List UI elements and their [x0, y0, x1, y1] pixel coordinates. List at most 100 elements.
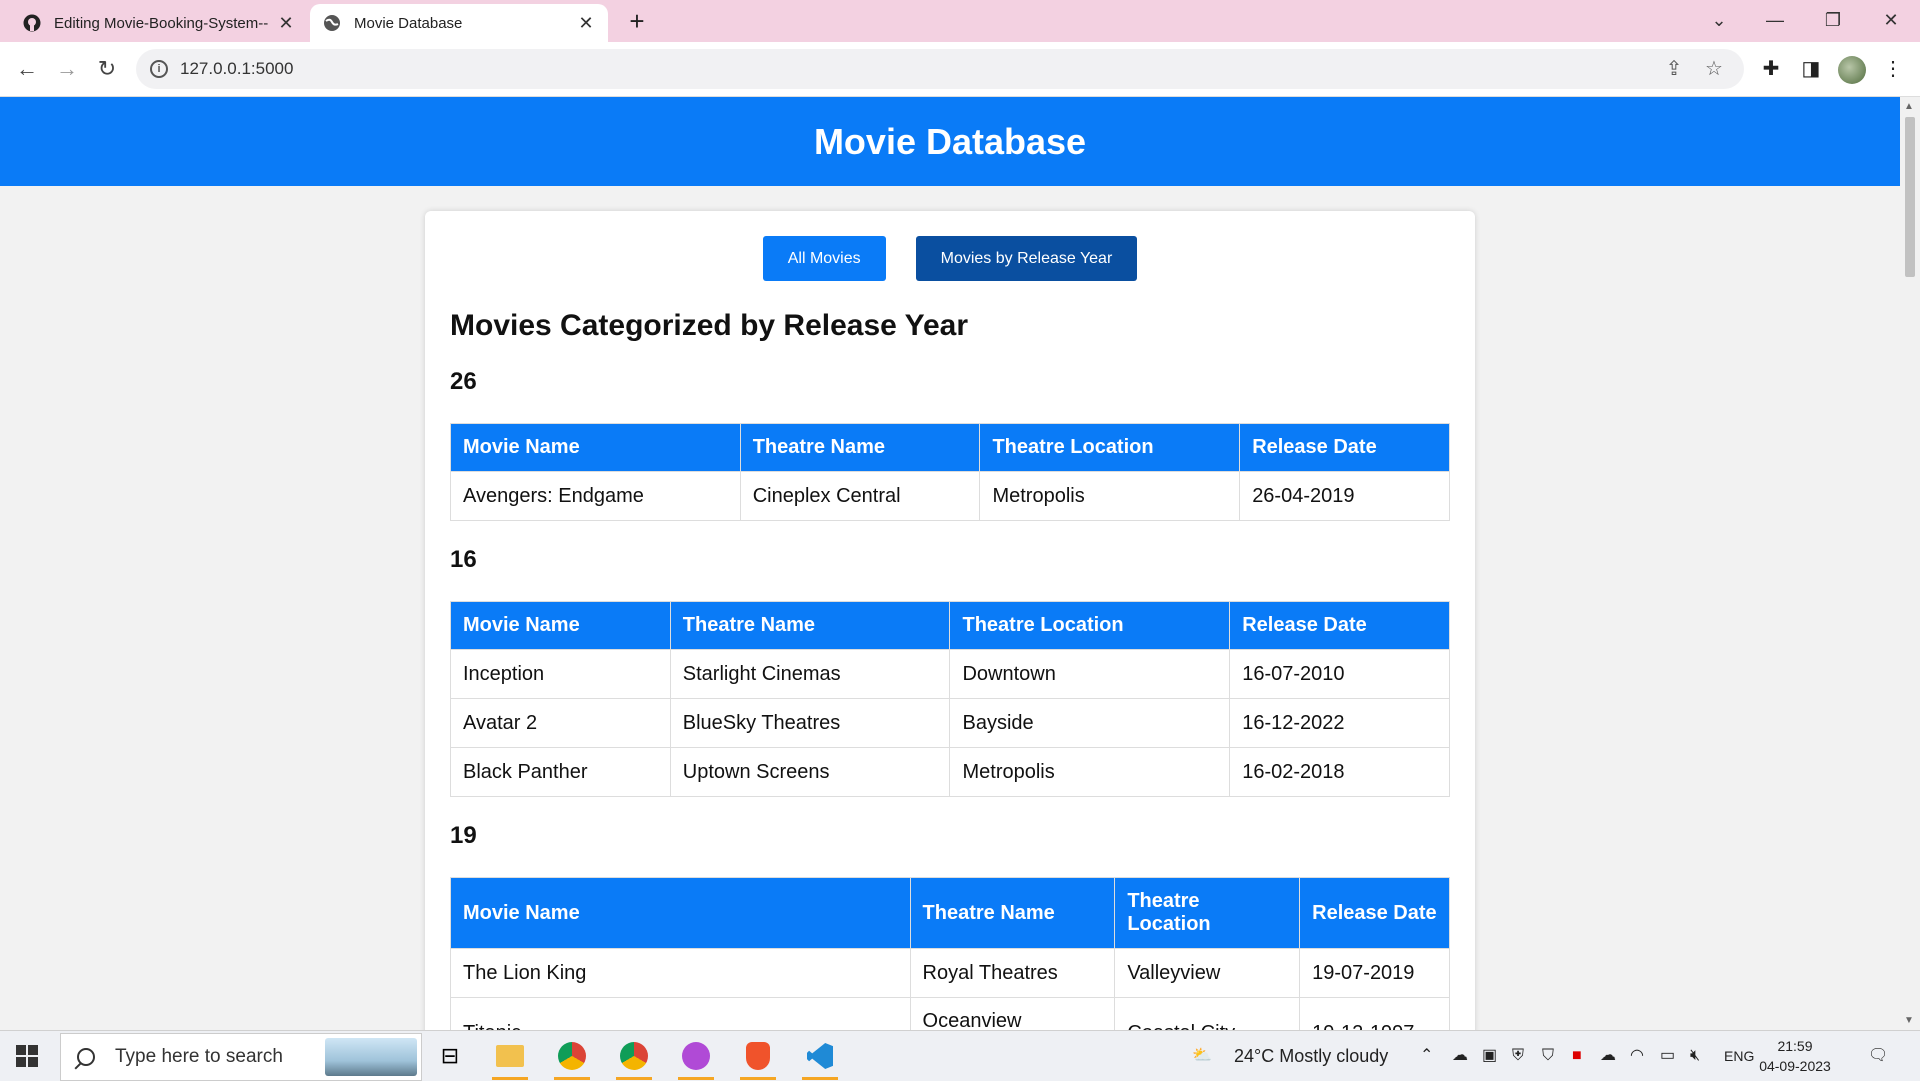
- scrollbar-thumb[interactable]: [1905, 117, 1915, 277]
- address-bar[interactable]: i 127.0.0.1:5000 ⇪ ☆: [136, 49, 1744, 89]
- column-header: Theatre Name: [669, 601, 951, 650]
- movies-table: Movie Name Theatre Name Theatre Location…: [450, 423, 1450, 521]
- theatre-name-cell: Oceanview Theatres: [909, 997, 1116, 1030]
- url-text: 127.0.0.1:5000: [180, 59, 294, 78]
- theatre-location-cell: Metropolis: [949, 747, 1231, 797]
- table-row: Avengers: Endgame Cineplex Central Metro…: [450, 471, 1450, 521]
- browser-toolbar: ← → ↻ i 127.0.0.1:5000 ⇪ ☆ ✚ ◨ ⋮: [0, 42, 1920, 97]
- file-explorer-icon[interactable]: [490, 1038, 530, 1080]
- battery-icon[interactable]: ▭: [1660, 1031, 1675, 1081]
- column-header: Movie Name: [450, 423, 741, 472]
- movies-by-year-button[interactable]: Movies by Release Year: [915, 236, 1138, 281]
- movie-name-cell: Black Panther: [450, 747, 671, 797]
- column-header: Release Date: [1229, 601, 1450, 650]
- show-hidden-icons-chevron[interactable]: ⌃: [1420, 1031, 1433, 1081]
- weather-icon[interactable]: ⛅: [1192, 1031, 1212, 1081]
- antivirus-icon[interactable]: ■: [1572, 1031, 1582, 1081]
- movie-name-cell: Titanic: [450, 997, 911, 1030]
- onedrive-icon[interactable]: ☁: [1452, 1031, 1468, 1081]
- tab-editing-repo[interactable]: Editing Movie-Booking-System-- ✕: [10, 4, 308, 42]
- page-scrollbar[interactable]: ▲ ▼: [1900, 97, 1920, 1030]
- defender-icon[interactable]: ⛉: [1542, 1031, 1554, 1081]
- forward-arrow-icon[interactable]: →: [52, 54, 82, 84]
- column-header: Release Date: [1299, 877, 1450, 949]
- section-title: Movies Categorized by Release Year: [450, 309, 969, 342]
- column-header: Theatre Location: [1114, 877, 1301, 949]
- close-window-button[interactable]: ✕: [1868, 0, 1914, 42]
- vscode-icon[interactable]: [800, 1038, 840, 1080]
- browser-menu-icon[interactable]: ⋮: [1880, 56, 1906, 82]
- release-date-cell: 26-04-2019: [1239, 471, 1450, 521]
- theatre-location-cell: Valleyview: [1114, 948, 1301, 998]
- minimize-button[interactable]: —: [1752, 0, 1798, 42]
- column-header: Theatre Name: [909, 877, 1116, 949]
- table-row: Titanic Oceanview Theatres Coastal City …: [450, 997, 1450, 1030]
- column-header: Theatre Location: [949, 601, 1231, 650]
- back-arrow-icon[interactable]: ←: [12, 54, 42, 84]
- search-placeholder: Type here to search: [115, 1046, 283, 1067]
- close-tab-icon[interactable]: ✕: [276, 13, 296, 34]
- weather-text[interactable]: 24°C Mostly cloudy: [1234, 1031, 1388, 1081]
- release-date-cell: 16-07-2010: [1229, 649, 1450, 699]
- theatre-location-cell: Coastal City: [1114, 997, 1301, 1030]
- movie-name-cell: Inception: [450, 649, 671, 699]
- chrome-icon[interactable]: [552, 1038, 592, 1080]
- wifi-icon[interactable]: ◠: [1630, 1031, 1644, 1081]
- profile-avatar[interactable]: [1838, 56, 1866, 84]
- page-viewport: Movie Database All Movies Movies by Rele…: [0, 97, 1900, 1030]
- movie-name-cell: Avengers: Endgame: [450, 471, 741, 521]
- table-row: Inception Starlight Cinemas Downtown 16-…: [450, 649, 1450, 699]
- security-shield-icon[interactable]: ⛨: [1512, 1031, 1524, 1081]
- site-info-icon[interactable]: i: [150, 60, 168, 78]
- year-group-heading: 16: [450, 546, 477, 573]
- wondershare-icon[interactable]: [676, 1038, 716, 1080]
- tray-app-icon[interactable]: ▣: [1482, 1031, 1497, 1081]
- table-header-row: Movie Name Theatre Name Theatre Location…: [450, 601, 1450, 650]
- column-header: Movie Name: [450, 601, 671, 650]
- bookmark-star-icon[interactable]: ☆: [1702, 57, 1726, 81]
- close-tab-icon[interactable]: ✕: [576, 13, 596, 34]
- new-tab-button[interactable]: +: [622, 6, 652, 36]
- brave-icon[interactable]: [738, 1038, 778, 1080]
- theatre-name-cell: Cineplex Central: [739, 471, 981, 521]
- table-row: The Lion King Royal Theatres Valleyview …: [450, 948, 1450, 998]
- windows-start-icon[interactable]: [16, 1045, 38, 1067]
- extensions-puzzle-icon[interactable]: ✚: [1758, 56, 1784, 82]
- github-icon: [22, 13, 42, 33]
- release-date-cell: 19-12-1997: [1299, 997, 1450, 1030]
- table-header-row: Movie Name Theatre Name Theatre Location…: [450, 423, 1450, 472]
- theatre-location-cell: Bayside: [949, 698, 1231, 748]
- side-panel-icon[interactable]: ◨: [1798, 56, 1824, 82]
- cloud-off-icon[interactable]: ☁: [1600, 1031, 1616, 1081]
- scroll-up-arrow-icon[interactable]: ▲: [1904, 101, 1914, 112]
- speaker-muted-icon[interactable]: 🔇︎: [1690, 1031, 1700, 1081]
- search-highlight-image: [325, 1038, 417, 1076]
- release-date-cell: 19-07-2019: [1299, 948, 1450, 998]
- theatre-location-cell: Metropolis: [979, 471, 1241, 521]
- column-header: Movie Name: [450, 877, 911, 949]
- year-group-heading: 26: [450, 368, 477, 395]
- table-row: Avatar 2 BlueSky Theatres Bayside 16-12-…: [450, 698, 1450, 748]
- restore-button[interactable]: ❐: [1810, 0, 1856, 42]
- taskbar-search-box[interactable]: Type here to search: [60, 1033, 422, 1081]
- app-title: Movie Database: [813, 120, 1087, 162]
- view-nav: All Movies Movies by Release Year: [450, 236, 1450, 281]
- windows-taskbar: Type here to search ⊟ ⛅ 24°C Mostly clou…: [0, 1030, 1920, 1081]
- theatre-name-cell: Starlight Cinemas: [669, 649, 951, 699]
- notifications-icon[interactable]: 🗨︎: [1868, 1031, 1888, 1081]
- column-header: Theatre Name: [739, 423, 981, 472]
- reload-icon[interactable]: ↻: [92, 54, 122, 84]
- movies-table: Movie Name Theatre Name Theatre Location…: [450, 601, 1450, 797]
- table-row: Black Panther Uptown Screens Metropolis …: [450, 747, 1450, 797]
- clock[interactable]: 21:59 04-09-2023: [1750, 1036, 1840, 1076]
- task-view-icon[interactable]: ⊟: [430, 1038, 470, 1074]
- tab-search-chevron-icon[interactable]: ⌄: [1696, 0, 1742, 42]
- tab-movie-database[interactable]: Movie Database ✕: [310, 4, 608, 42]
- globe-icon: [322, 13, 342, 33]
- search-icon: [77, 1048, 95, 1066]
- share-icon[interactable]: ⇪: [1662, 57, 1686, 81]
- all-movies-button[interactable]: All Movies: [762, 236, 886, 281]
- scroll-down-arrow-icon[interactable]: ▼: [1904, 1015, 1914, 1026]
- theatre-name-cell: Royal Theatres: [909, 948, 1116, 998]
- chrome-profile-icon[interactable]: [614, 1038, 654, 1080]
